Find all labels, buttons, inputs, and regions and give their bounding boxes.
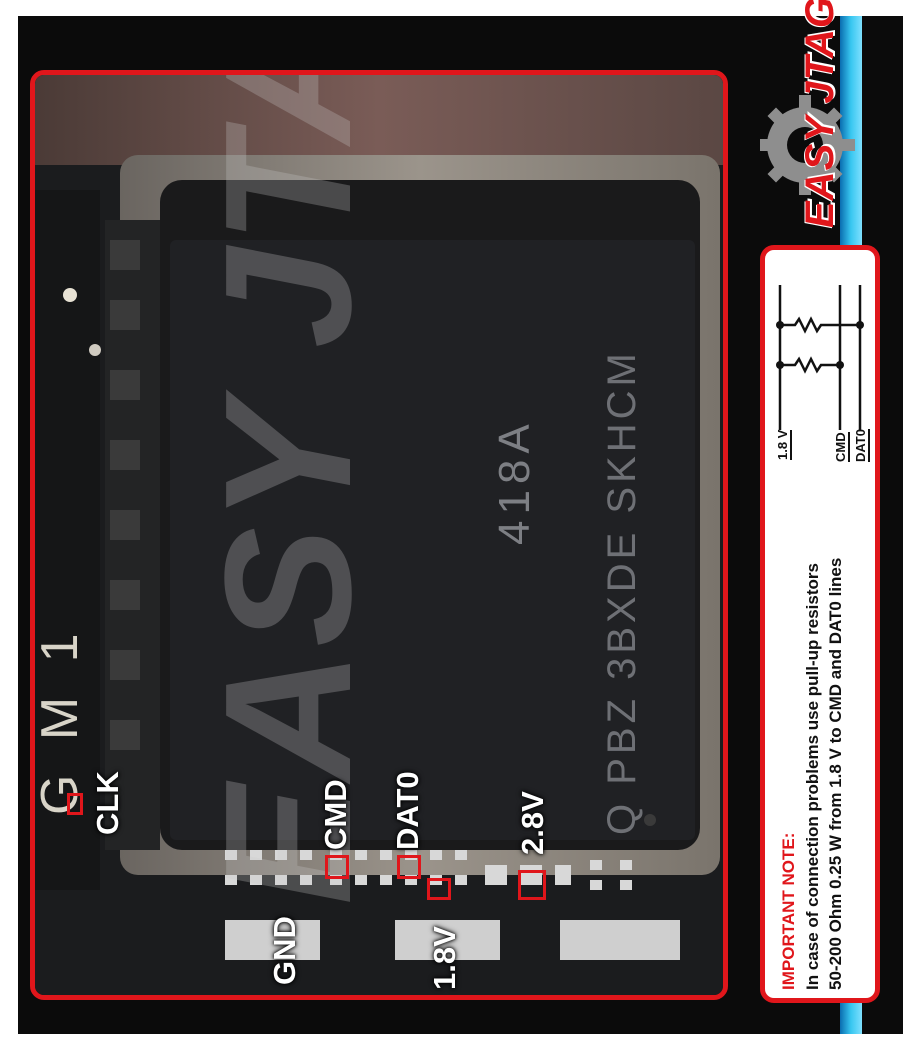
note-line-1: In case of connection problems use pull-… — [803, 563, 822, 990]
note-title: IMPORTANT NOTE: — [779, 832, 798, 990]
watermark: EASY JTAG — [188, 70, 389, 905]
note-line-2: 50-200 Ohm 0.25 W from 1.8 V to CMD and … — [826, 557, 845, 990]
schematic-dat0-label: DAT0 — [853, 429, 870, 462]
test-point — [63, 288, 77, 302]
pcb-photo: 418A Q PBZ 3BXDE SKHCM G M 1 EASY JTAG C… — [30, 70, 728, 1000]
easy-jtag-logo: EASY JTAG — [755, 0, 870, 240]
chip-marking-1: 418A — [490, 418, 539, 545]
cmd-label: CMD — [318, 779, 353, 850]
v18-label: 1.8V — [427, 926, 462, 990]
board-marking: G M 1 — [31, 623, 89, 815]
logo-text: EASY JTAG — [798, 0, 842, 228]
chip-marking-2: Q PBZ 3BXDE SKHCM — [600, 349, 644, 835]
clk-label: CLK — [90, 771, 125, 835]
schematic-cmd-label: CMD — [833, 432, 850, 462]
gnd-label: GND — [267, 916, 302, 985]
dat0-pad-marker — [397, 855, 421, 879]
important-note: IMPORTANT NOTE: In case of connection pr… — [760, 245, 880, 1003]
schematic-supply-label: 1.8 V — [775, 429, 792, 460]
dat0-label: DAT0 — [390, 771, 425, 850]
cmd-pad-marker — [325, 855, 349, 879]
clk-pad-marker — [67, 793, 83, 815]
v28-pad-marker — [518, 870, 546, 900]
v18-pad-marker — [427, 878, 451, 900]
v28-label: 2.8V — [515, 791, 550, 855]
test-point — [89, 344, 101, 356]
